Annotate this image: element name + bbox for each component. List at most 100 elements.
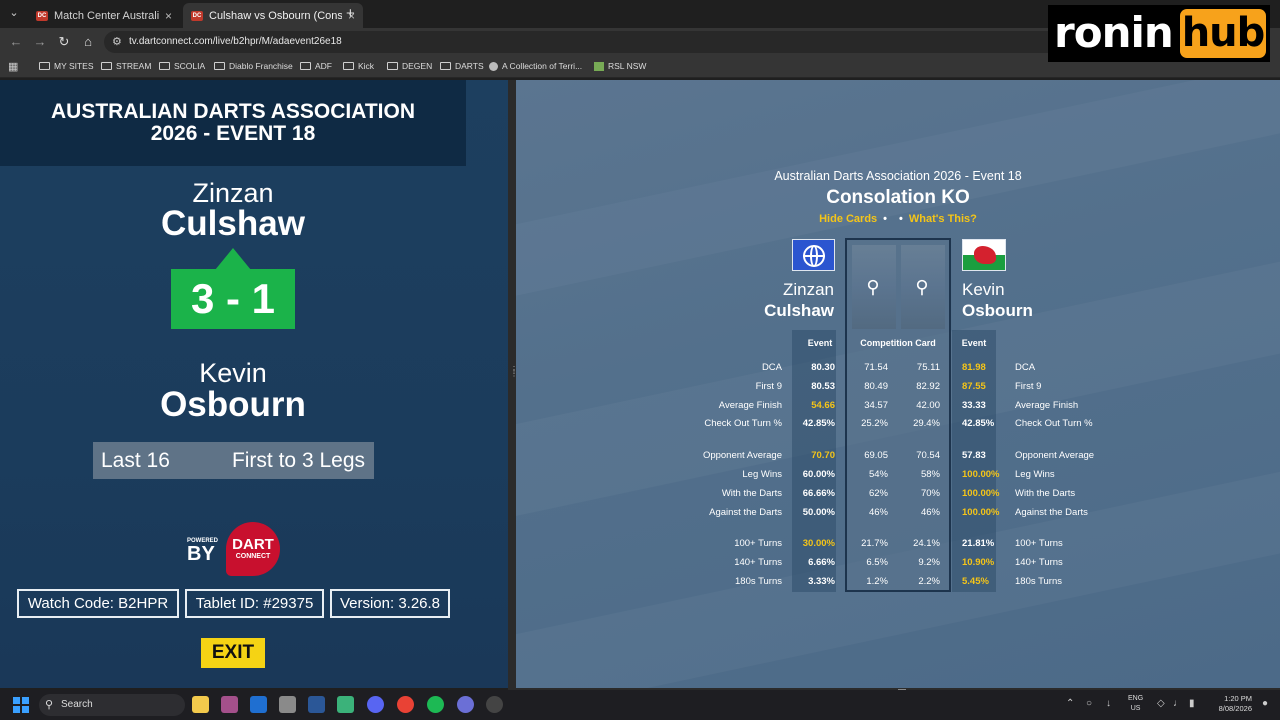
bookmark-my-sites[interactable]: MY SITES <box>39 61 94 71</box>
event-title-line2: 2026 - EVENT 18 <box>150 122 316 145</box>
wifi-icon[interactable]: ◇ <box>1157 698 1165 709</box>
tray-app-icon[interactable]: ○ <box>1086 698 1092 709</box>
stat-card-p2: 75.11 <box>916 362 940 373</box>
bookmark-label: ADF <box>315 61 332 71</box>
tab-search-icon[interactable]: ⌄ <box>6 5 22 21</box>
stat-label-right: With the Darts <box>1015 488 1076 499</box>
stat-card-p2: 24.1% <box>913 538 940 549</box>
clock-time: 1:20 PM <box>1224 694 1252 703</box>
header-event-p1: Event <box>807 338 833 348</box>
stat-card-p2: 42.00 <box>916 400 940 411</box>
world-flag-icon <box>792 239 835 271</box>
stat-event-p1: 50.00% <box>802 507 835 518</box>
stat-event-p2: 100.00% <box>962 469 1000 480</box>
tab-match-center[interactable]: DC Match Center Australian Darts A × <box>28 3 180 28</box>
stat-label-right: 100+ Turns <box>1015 538 1063 549</box>
notes-icon[interactable] <box>337 696 354 713</box>
stat-row: Leg Wins 60.00% 54% 58% 100.00% Leg Wins <box>516 469 1280 483</box>
bookmark-stream[interactable]: STREAM <box>101 61 151 71</box>
home-icon[interactable]: ⌂ <box>80 34 96 49</box>
windows-start-icon[interactable] <box>13 697 29 713</box>
stats-player2-last: Osbourn <box>962 301 1033 320</box>
file-explorer-icon[interactable] <box>192 696 209 713</box>
new-tab-icon[interactable]: + <box>346 5 355 22</box>
stat-label-left: 180s Turns <box>735 576 782 587</box>
stat-event-p1: 30.00% <box>802 538 835 549</box>
app-icon[interactable] <box>221 696 238 713</box>
exit-button[interactable]: EXIT <box>201 638 265 668</box>
stat-row: DCA 80.30 71.54 75.11 81.98 DCA <box>516 362 1280 376</box>
word-icon[interactable] <box>308 696 325 713</box>
stat-card-p1: 25.2% <box>861 418 888 429</box>
stat-label-right: Against the Darts <box>1015 507 1088 518</box>
tab-culshaw-vs-osbourn[interactable]: DC Culshaw vs Osbourn (Consolatio × <box>183 3 363 28</box>
stat-row: Average Finish 54.66 34.57 42.00 33.33 Averag… <box>516 400 1280 414</box>
stat-event-p2: 5.45% <box>962 576 989 587</box>
stats-player2-first: Kevin <box>962 280 1005 299</box>
bookmark-adf[interactable]: ADF <box>300 61 332 71</box>
bookmark-label: RSL NSW <box>608 61 647 71</box>
stat-event-p1: 80.53 <box>811 381 835 392</box>
stat-event-p2: 87.55 <box>962 381 986 392</box>
stat-label-left: Average Finish <box>718 400 782 411</box>
taskbar-search[interactable]: ⚲ Search <box>39 694 185 716</box>
url-text[interactable]: tv.dartconnect.com/live/b2hpr/M/adaevent… <box>129 36 342 47</box>
zoom-in-icon[interactable]: ⚲ <box>864 278 882 296</box>
stat-card-p2: 58% <box>920 469 940 480</box>
bookmark-kick[interactable]: Kick <box>343 61 374 71</box>
stat-label-right: Average Finish <box>1015 400 1079 411</box>
site-info-icon[interactable]: ⚙ <box>112 35 122 48</box>
stat-card-p1: 80.49 <box>864 381 888 392</box>
calculator-icon[interactable] <box>279 696 296 713</box>
hide-cards-link[interactable]: Hide Cards <box>819 213 877 225</box>
watch-code: Watch Code: B2HPR <box>17 589 179 618</box>
match-score: 3 - 1 <box>171 269 295 329</box>
stat-card-p2: 70% <box>920 488 940 499</box>
stat-row: Opponent Average 70.70 69.05 70.54 57.83 Oppo… <box>516 450 1280 464</box>
tray-chevron-icon[interactable]: ⌃ <box>1066 698 1074 709</box>
app-icon[interactable] <box>457 696 474 713</box>
dragon-icon <box>974 246 996 264</box>
battery-icon[interactable]: ▮ <box>1189 698 1195 709</box>
tray-app-icon[interactable]: ↓ <box>1106 698 1111 709</box>
clock[interactable]: 1:20 PM 8/08/2026 <box>1210 694 1252 714</box>
address-bar[interactable]: ⚙ tv.dartconnect.com/live/b2hpr/M/adaeve… <box>104 31 1064 53</box>
stat-card-p1: 62% <box>868 488 888 499</box>
dc-logo-main: DART <box>232 536 274 553</box>
zoom-in-icon[interactable]: ⚲ <box>913 278 931 296</box>
back-arrow-icon[interactable]: ← <box>8 34 24 49</box>
bookmark-rsl-nsw[interactable]: RSL NSW <box>594 61 646 71</box>
stat-card-p1: 46% <box>868 507 888 518</box>
notification-icon[interactable]: ● <box>1262 698 1268 709</box>
stats-player1-last: Culshaw <box>764 301 834 320</box>
round-format-bar: Last 16 First to 3 Legs <box>93 442 374 479</box>
whats-this-link[interactable]: What's This? <box>909 213 977 225</box>
apps-grid-icon[interactable]: ▦ <box>8 60 18 73</box>
bookmark-diablo-franchise[interactable]: Diablo Franchise <box>214 61 293 71</box>
bookmark-degen[interactable]: DEGEN <box>387 61 432 71</box>
stat-event-p1: 80.30 <box>811 362 835 373</box>
bookmark-darts[interactable]: DARTS <box>440 61 484 71</box>
outlook-icon[interactable] <box>250 696 267 713</box>
stat-event-p2: 100.00% <box>962 488 1000 499</box>
obs-icon[interactable] <box>486 696 503 713</box>
forward-arrow-icon[interactable]: → <box>32 34 48 49</box>
dartconnect-favicon-icon: DC <box>36 10 48 21</box>
volume-icon[interactable]: ♩ <box>1173 698 1183 709</box>
close-icon[interactable]: × <box>165 9 172 23</box>
reload-icon[interactable]: ↻ <box>56 34 72 50</box>
stat-card-p2: 29.4% <box>913 418 940 429</box>
chrome-icon[interactable] <box>397 696 414 713</box>
bookmark-collection[interactable]: A Collection of Terri... <box>489 61 582 71</box>
stat-event-p2: 33.33 <box>962 400 986 411</box>
bookmark-scolia[interactable]: SCOLIA <box>159 61 205 71</box>
roninhub-logo: ronin hub <box>1048 5 1270 62</box>
dartconnect-favicon-icon: DC <box>191 10 203 21</box>
tab-label: Culshaw vs Osbourn (Consolatio <box>209 9 342 22</box>
stat-event-p1: 42.85% <box>802 418 835 429</box>
resize-grip-icon[interactable]: ⋮ ⋮ <box>510 366 518 400</box>
stat-card-p2: 2.2% <box>918 576 940 587</box>
language-indicator[interactable]: ENG US <box>1128 694 1143 714</box>
discord-icon[interactable] <box>367 696 384 713</box>
spotify-icon[interactable] <box>427 696 444 713</box>
